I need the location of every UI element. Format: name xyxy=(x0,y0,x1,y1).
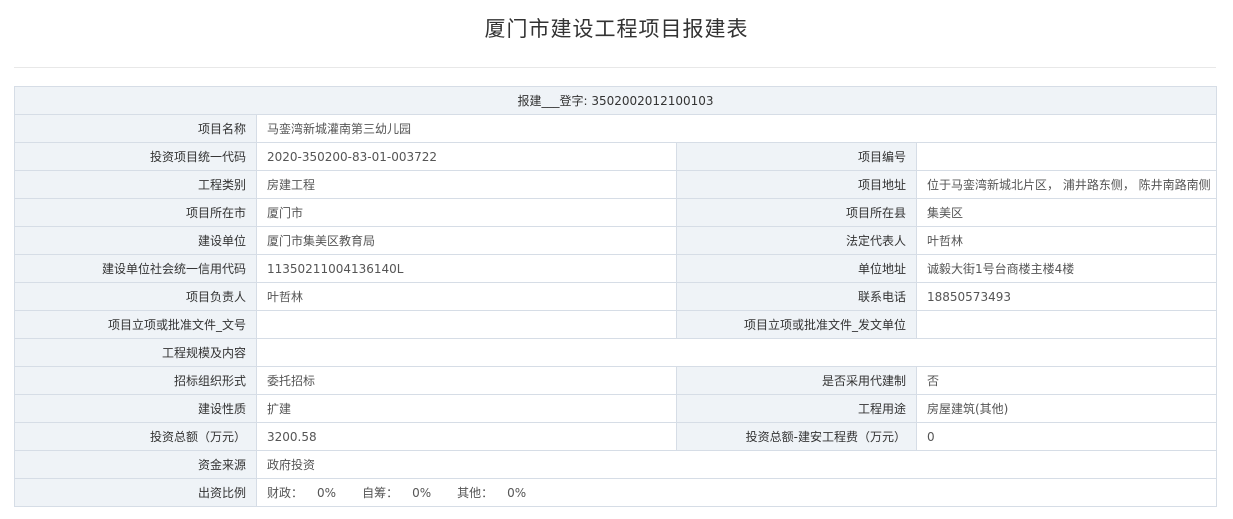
project-address-label: 项目地址 xyxy=(676,170,917,199)
invest-code-label: 投资项目统一代码 xyxy=(14,142,257,171)
table-row: 招标组织形式 委托招标 是否采用代建制 否 xyxy=(14,366,1218,395)
eng-category-value: 房建工程 xyxy=(256,170,677,199)
approval-doc-no-label: 项目立项或批准文件_文号 xyxy=(14,310,257,339)
ratio-value: 财政： 0% 自筹： 0% 其他： 0% xyxy=(255,478,1218,507)
project-no-value xyxy=(915,142,1218,171)
fund-source-label: 资金来源 xyxy=(14,450,257,479)
city-value: 厦门市 xyxy=(256,198,677,227)
scale-value xyxy=(255,338,1218,367)
registration-number: 报建___登字: 3502002012100103 xyxy=(13,86,1218,115)
usage-label: 工程用途 xyxy=(676,394,917,423)
leader-label: 项目负责人 xyxy=(14,282,257,311)
table-row: 建设单位 厦门市集美区教育局 法定代表人 叶哲林 xyxy=(14,226,1218,255)
bidding-label: 招标组织形式 xyxy=(14,366,257,395)
project-name-label: 项目名称 xyxy=(14,114,257,143)
approval-doc-no-value xyxy=(256,310,677,339)
table-row: 项目名称 马銮湾新城灌南第三幼儿园 xyxy=(14,114,1218,143)
project-name-value: 马銮湾新城灌南第三幼儿园 xyxy=(255,114,1218,143)
approval-doc-unit-value xyxy=(915,310,1218,339)
table-row: 投资项目统一代码 2020-350200-83-01-003722 项目编号 xyxy=(14,142,1218,171)
nature-label: 建设性质 xyxy=(14,394,257,423)
table-row: 项目负责人 叶哲林 联系电话 18850573493 xyxy=(14,282,1218,311)
nature-value: 扩建 xyxy=(256,394,677,423)
finance-ratio-label: 财政： xyxy=(267,486,304,500)
unit-address-value: 诚毅大街1号台商楼主楼4楼 xyxy=(915,254,1218,283)
self-ratio-value: 0% xyxy=(412,486,432,500)
project-no-label: 项目编号 xyxy=(676,142,917,171)
other-ratio-value: 0% xyxy=(507,486,527,500)
agent-system-label: 是否采用代建制 xyxy=(676,366,917,395)
county-value: 集美区 xyxy=(915,198,1218,227)
leader-value: 叶哲林 xyxy=(256,282,677,311)
fund-source-value: 政府投资 xyxy=(255,450,1218,479)
agent-system-value: 否 xyxy=(915,366,1218,395)
phone-label: 联系电话 xyxy=(676,282,917,311)
invest-install-value: 0 xyxy=(915,422,1218,451)
scale-label: 工程规模及内容 xyxy=(14,338,257,367)
builder-label: 建设单位 xyxy=(14,226,257,255)
unit-address-label: 单位地址 xyxy=(676,254,917,283)
city-label: 项目所在市 xyxy=(14,198,257,227)
page-title: 厦门市建设工程项目报建表 xyxy=(484,17,749,41)
credit-code-label: 建设单位社会统一信用代码 xyxy=(14,254,257,283)
table-header-row: 报建___登字: 3502002012100103 xyxy=(13,86,1218,115)
legal-rep-value: 叶哲林 xyxy=(915,226,1218,255)
table-row: 投资总额（万元） 3200.58 投资总额-建安工程费（万元） 0 xyxy=(14,422,1218,451)
legal-rep-label: 法定代表人 xyxy=(676,226,917,255)
invest-total-value: 3200.58 xyxy=(256,422,677,451)
other-ratio-label: 其他： xyxy=(457,486,494,500)
self-ratio-label: 自筹： xyxy=(362,486,399,500)
phone-value: 18850573493 xyxy=(915,282,1218,311)
ratio-label: 出资比例 xyxy=(14,478,257,507)
invest-total-label: 投资总额（万元） xyxy=(14,422,257,451)
usage-value: 房屋建筑(其他) xyxy=(915,394,1218,423)
table-row: 建设单位社会统一信用代码 11350211004136140L 单位地址 诚毅大… xyxy=(14,254,1218,283)
county-label: 项目所在县 xyxy=(676,198,917,227)
approval-doc-unit-label: 项目立项或批准文件_发文单位 xyxy=(676,310,917,339)
table-row: 项目立项或批准文件_文号 项目立项或批准文件_发文单位 xyxy=(14,310,1218,339)
project-registration-table: 报建___登字: 3502002012100103 项目名称 马銮湾新城灌南第三… xyxy=(13,86,1218,507)
bidding-value: 委托招标 xyxy=(256,366,677,395)
table-row: 工程规模及内容 xyxy=(14,338,1218,367)
builder-value: 厦门市集美区教育局 xyxy=(256,226,677,255)
table-row: 资金来源 政府投资 xyxy=(14,450,1218,479)
table-row: 工程类别 房建工程 项目地址 位于马銮湾新城北片区， 浦井路东侧， 陈井南路南侧 xyxy=(14,170,1218,199)
table-row: 项目所在市 厦门市 项目所在县 集美区 xyxy=(14,198,1218,227)
project-address-value: 位于马銮湾新城北片区， 浦井路东侧， 陈井南路南侧 xyxy=(915,170,1218,199)
finance-ratio-value: 0% xyxy=(317,486,337,500)
invest-code-value: 2020-350200-83-01-003722 xyxy=(256,142,677,171)
title-divider xyxy=(14,67,1216,68)
table-row: 建设性质 扩建 工程用途 房屋建筑(其他) xyxy=(14,394,1218,423)
invest-install-label: 投资总额-建安工程费（万元） xyxy=(676,422,917,451)
table-row: 出资比例 财政： 0% 自筹： 0% 其他： 0% xyxy=(14,478,1218,507)
eng-category-label: 工程类别 xyxy=(14,170,257,199)
credit-code-value: 11350211004136140L xyxy=(256,254,677,283)
